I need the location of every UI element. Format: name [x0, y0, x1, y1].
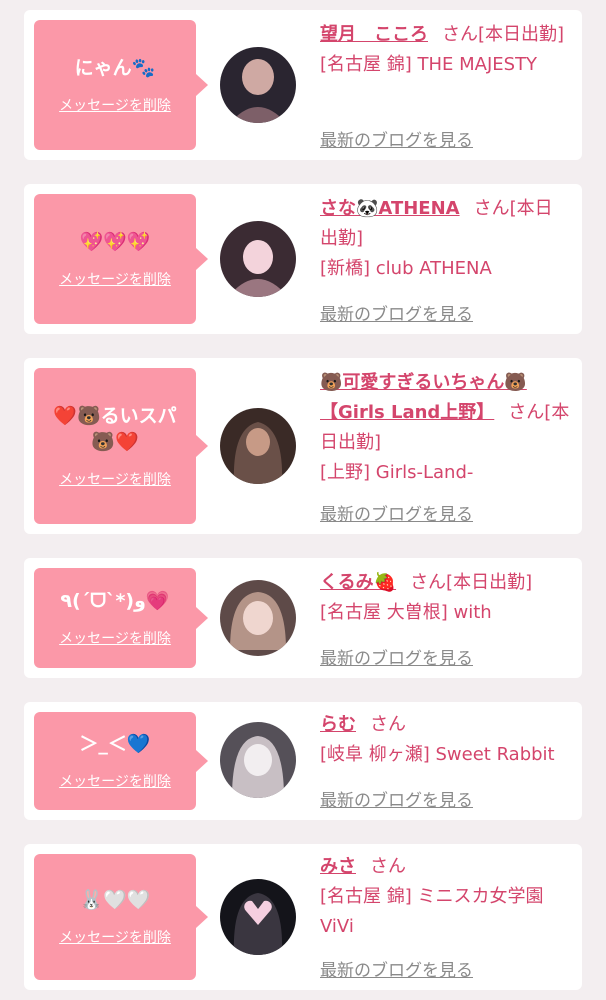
- avatar[interactable]: [220, 879, 296, 955]
- avatar[interactable]: [220, 221, 296, 297]
- sender-status: さん: [370, 856, 406, 877]
- message-text: にゃん🐾: [74, 57, 156, 79]
- message-card: ٩(ˊᗜˋ*)و💗 メッセージを削除 くるみ🍓 さん[本日出勤] [名古屋 大曽根…: [24, 558, 582, 678]
- shop-label: [名古屋 錦] ミニスカ女学園ViVi: [320, 886, 544, 937]
- message-card: にゃん🐾 メッセージを削除 望月 こころ さん[本日出勤] [名古屋 錦] THE…: [24, 10, 582, 160]
- shop-label: [名古屋 錦] THE MAJESTY: [320, 54, 538, 75]
- message-text: 💖💖💖: [79, 231, 151, 253]
- delete-message-link[interactable]: メッセージを削除: [59, 469, 171, 489]
- avatar-image: [220, 722, 296, 798]
- delete-message-link[interactable]: メッセージを削除: [59, 628, 171, 648]
- avatar[interactable]: [220, 408, 296, 484]
- delete-message-link[interactable]: メッセージを削除: [59, 771, 171, 791]
- avatar-image: [220, 879, 296, 955]
- shop-label: [名古屋 大曽根] with: [320, 602, 492, 623]
- message-card: ＞_＜💙 メッセージを削除 らむ さん [岐阜 柳ヶ瀬] Sweet Rabbit…: [24, 702, 582, 820]
- message-text: ＞_＜💙: [79, 733, 151, 755]
- avatar[interactable]: [220, 580, 296, 656]
- sender-info: くるみ🍓 さん[本日出勤] [名古屋 大曽根] with: [320, 568, 570, 628]
- sender-info: 望月 こころ さん[本日出勤] [名古屋 錦] THE MAJESTY: [320, 20, 570, 80]
- shop-label: [上野] Girls-Land-: [320, 462, 474, 483]
- sender-name-link[interactable]: 望月 こころ: [320, 24, 428, 45]
- message-card: 🐰🤍🤍 メッセージを削除 みさ さん [名古屋 錦] ミニスカ女学園ViVi 最新…: [24, 844, 582, 990]
- message-bubble: 💖💖💖 メッセージを削除: [34, 194, 208, 324]
- sender-name-link[interactable]: 🐻可愛すぎるいちゃん🐻【Girls Land上野】: [320, 372, 527, 423]
- sender-name-link[interactable]: くるみ🍓: [320, 572, 396, 593]
- message-bubble: 🐰🤍🤍 メッセージを削除: [34, 854, 208, 980]
- avatar-image: [220, 221, 296, 297]
- shop-label: [岐阜 柳ヶ瀬] Sweet Rabbit: [320, 744, 555, 765]
- latest-blog-link[interactable]: 最新のブログを見る: [320, 126, 473, 151]
- sender-info: さな🐼ATHENA さん[本日出勤] [新橋] club ATHENA: [320, 194, 570, 284]
- shop-label: [新橋] club ATHENA: [320, 258, 492, 279]
- message-text: ❤️🐻るいスパ🐻❤️: [53, 405, 177, 453]
- sender-name-link[interactable]: みさ: [320, 856, 356, 877]
- latest-blog-link[interactable]: 最新のブログを見る: [320, 500, 473, 525]
- latest-blog-link[interactable]: 最新のブログを見る: [320, 644, 473, 669]
- avatar[interactable]: [220, 722, 296, 798]
- sender-info: らむ さん [岐阜 柳ヶ瀬] Sweet Rabbit: [320, 710, 570, 770]
- avatar[interactable]: [220, 47, 296, 123]
- message-bubble: にゃん🐾 メッセージを削除: [34, 20, 208, 150]
- avatar-image: [220, 408, 296, 484]
- avatar-image: [220, 580, 296, 656]
- message-bubble: ٩(ˊᗜˋ*)و💗 メッセージを削除: [34, 568, 208, 668]
- sender-info: みさ さん [名古屋 錦] ミニスカ女学園ViVi: [320, 852, 570, 942]
- message-bubble: ＞_＜💙 メッセージを削除: [34, 712, 208, 810]
- sender-name-link[interactable]: らむ: [320, 714, 356, 735]
- latest-blog-link[interactable]: 最新のブログを見る: [320, 786, 473, 811]
- message-text: ٩(ˊᗜˋ*)و💗: [60, 590, 170, 612]
- sender-status: さん[本日出勤]: [410, 572, 533, 593]
- delete-message-link[interactable]: メッセージを削除: [59, 269, 171, 289]
- sender-status: さん: [370, 714, 406, 735]
- sender-info: 🐻可愛すぎるいちゃん🐻【Girls Land上野】 さん[本日出勤] [上野] G…: [320, 368, 570, 488]
- message-card: ❤️🐻るいスパ🐻❤️ メッセージを削除 🐻可愛すぎるいちゃん🐻【Girls La…: [24, 358, 582, 534]
- message-list: にゃん🐾 メッセージを削除 望月 こころ さん[本日出勤] [名古屋 錦] THE…: [0, 0, 606, 1000]
- message-bubble: ❤️🐻るいスパ🐻❤️ メッセージを削除: [34, 368, 208, 524]
- message-card: 💖💖💖 メッセージを削除 さな🐼ATHENA さん[本日出勤] [新橋] club…: [24, 184, 582, 334]
- avatar-image: [220, 47, 296, 123]
- latest-blog-link[interactable]: 最新のブログを見る: [320, 956, 473, 981]
- message-text: 🐰🤍🤍: [79, 889, 151, 911]
- delete-message-link[interactable]: メッセージを削除: [59, 927, 171, 947]
- sender-name-link[interactable]: さな🐼ATHENA: [320, 198, 460, 219]
- sender-status: さん[本日出勤]: [442, 24, 565, 45]
- delete-message-link[interactable]: メッセージを削除: [59, 95, 171, 115]
- latest-blog-link[interactable]: 最新のブログを見る: [320, 300, 473, 325]
